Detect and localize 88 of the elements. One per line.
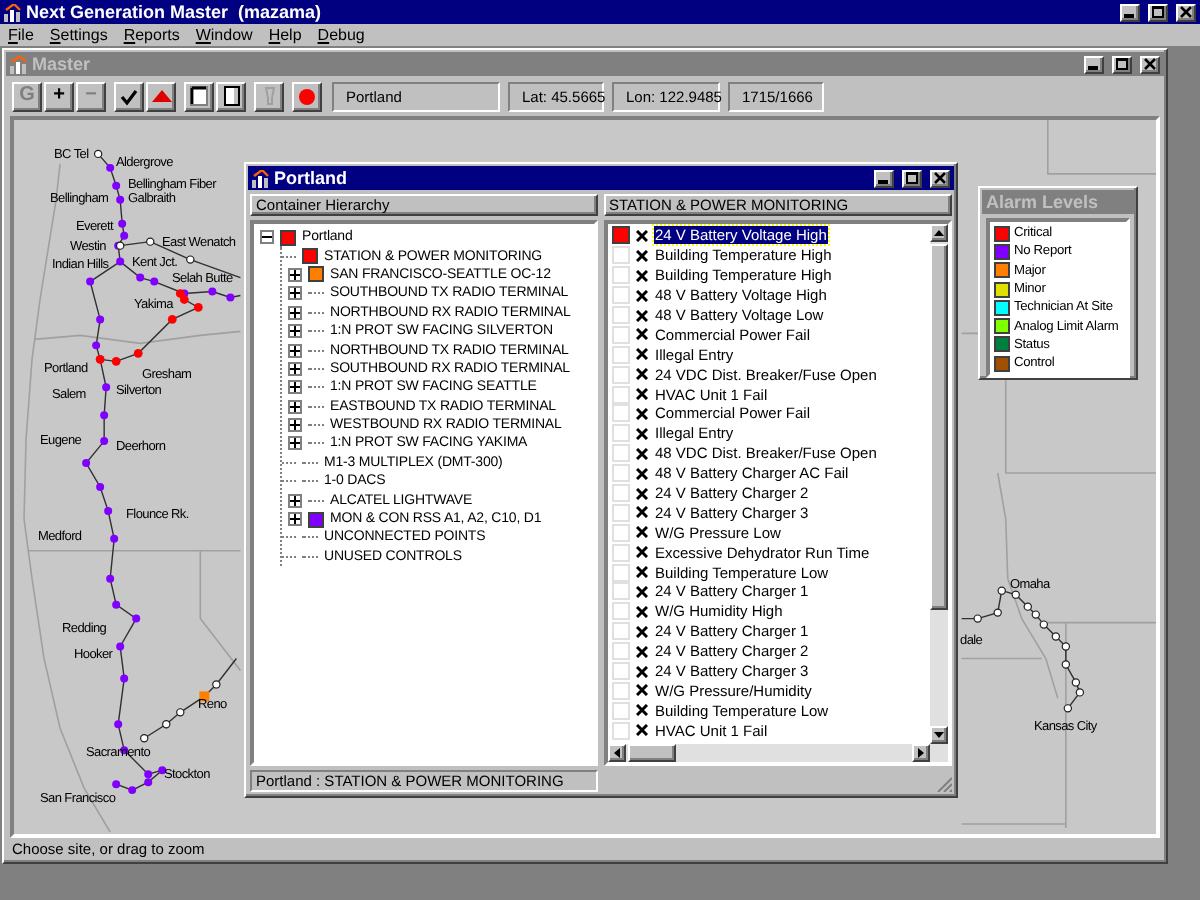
expand-toggle[interactable] [288,418,302,433]
window-title: Alarm Levels [986,191,1101,213]
expand-toggle[interactable] [288,305,302,320]
network-drawing [960,586,1085,713]
cross-icon [635,724,647,737]
maximize-button[interactable] [902,169,922,187]
close-button[interactable] [930,169,950,187]
collapse-toggle[interactable] [260,230,274,245]
page-button[interactable] [216,81,246,111]
expand-toggle[interactable] [288,267,302,282]
minimize-button[interactable] [1120,3,1140,21]
expand-toggle[interactable] [288,286,302,301]
cross-icon [635,684,647,697]
cross-icon [635,467,647,480]
maximize-button[interactable] [1148,3,1168,21]
alarm-button[interactable] [146,81,176,111]
cross-icon [635,546,647,559]
cross-icon [635,407,647,420]
triangle-icon [151,88,171,104]
cross-icon [635,328,647,341]
cross-icon [635,605,647,618]
expand-toggle[interactable] [288,512,302,527]
cross-icon [635,388,647,401]
maximize-icon [1152,6,1164,18]
cross-icon [635,625,647,638]
cross-icon [635,526,647,539]
expand-toggle[interactable] [288,361,302,376]
frame-icon [190,86,208,106]
maximize-icon [906,172,918,184]
minimize-button[interactable] [874,169,894,187]
check-icon [120,87,138,105]
cross-icon [635,348,647,361]
page-icon [223,86,239,106]
cross-icon [635,368,647,381]
app-icon [10,55,28,73]
bulb-icon [263,86,275,106]
menu-item[interactable]: Debug [317,24,365,46]
expand-toggle[interactable] [288,399,302,414]
cross-icon [635,566,647,579]
expand-toggle[interactable] [288,436,302,451]
maximize-button[interactable] [1112,55,1132,73]
cross-icon [635,289,647,302]
right-arrow-icon[interactable] [918,748,924,758]
maximize-icon [1116,58,1128,70]
menu-item[interactable]: Reports [123,24,180,46]
cross-icon [635,229,647,242]
expand-toggle[interactable] [288,493,302,508]
cross-icon [635,506,647,519]
cross-icon [635,447,647,460]
left-arrow-icon[interactable] [613,748,619,758]
scroll-thumb[interactable] [930,244,948,610]
scroll-thumb[interactable] [627,744,675,762]
expand-toggle[interactable] [288,343,302,358]
check-button[interactable] [114,81,144,111]
menu-item[interactable]: File [8,24,34,46]
down-arrow-icon[interactable] [934,732,944,738]
cross-icon [635,427,647,440]
expand-toggle[interactable] [288,380,302,395]
app-title: Next Generation Master (mazama) [26,1,324,23]
cross-icon [635,585,647,598]
record-button[interactable] [292,81,322,111]
text-button[interactable]: + [44,81,74,111]
cross-icon [635,249,647,262]
cross-icon [635,309,647,321]
up-arrow-icon[interactable] [934,230,944,236]
menu-item[interactable]: Settings [49,24,108,46]
vertical-scrollbar[interactable] [930,224,948,744]
close-button[interactable] [1176,3,1196,21]
close-icon [1180,6,1192,18]
expand-toggle[interactable] [288,324,302,339]
close-button[interactable] [1140,55,1160,73]
cross-icon [635,645,647,658]
cross-icon [635,269,647,282]
cross-icon [635,665,647,678]
close-icon [934,172,946,184]
minimize-button[interactable] [1084,55,1104,73]
horizontal-scrollbar[interactable] [607,744,948,762]
menu-item[interactable]: Help [268,24,302,46]
frame-button[interactable] [184,81,214,111]
record-icon [298,87,316,105]
close-icon [1144,58,1156,70]
window-title: Master [32,53,93,75]
resize-grip-icon[interactable] [936,776,952,792]
window-title: Portland [274,167,350,189]
cross-icon [635,487,647,500]
menu-item[interactable]: Window [195,24,253,46]
app-icon [252,169,270,187]
cross-icon [635,704,647,717]
